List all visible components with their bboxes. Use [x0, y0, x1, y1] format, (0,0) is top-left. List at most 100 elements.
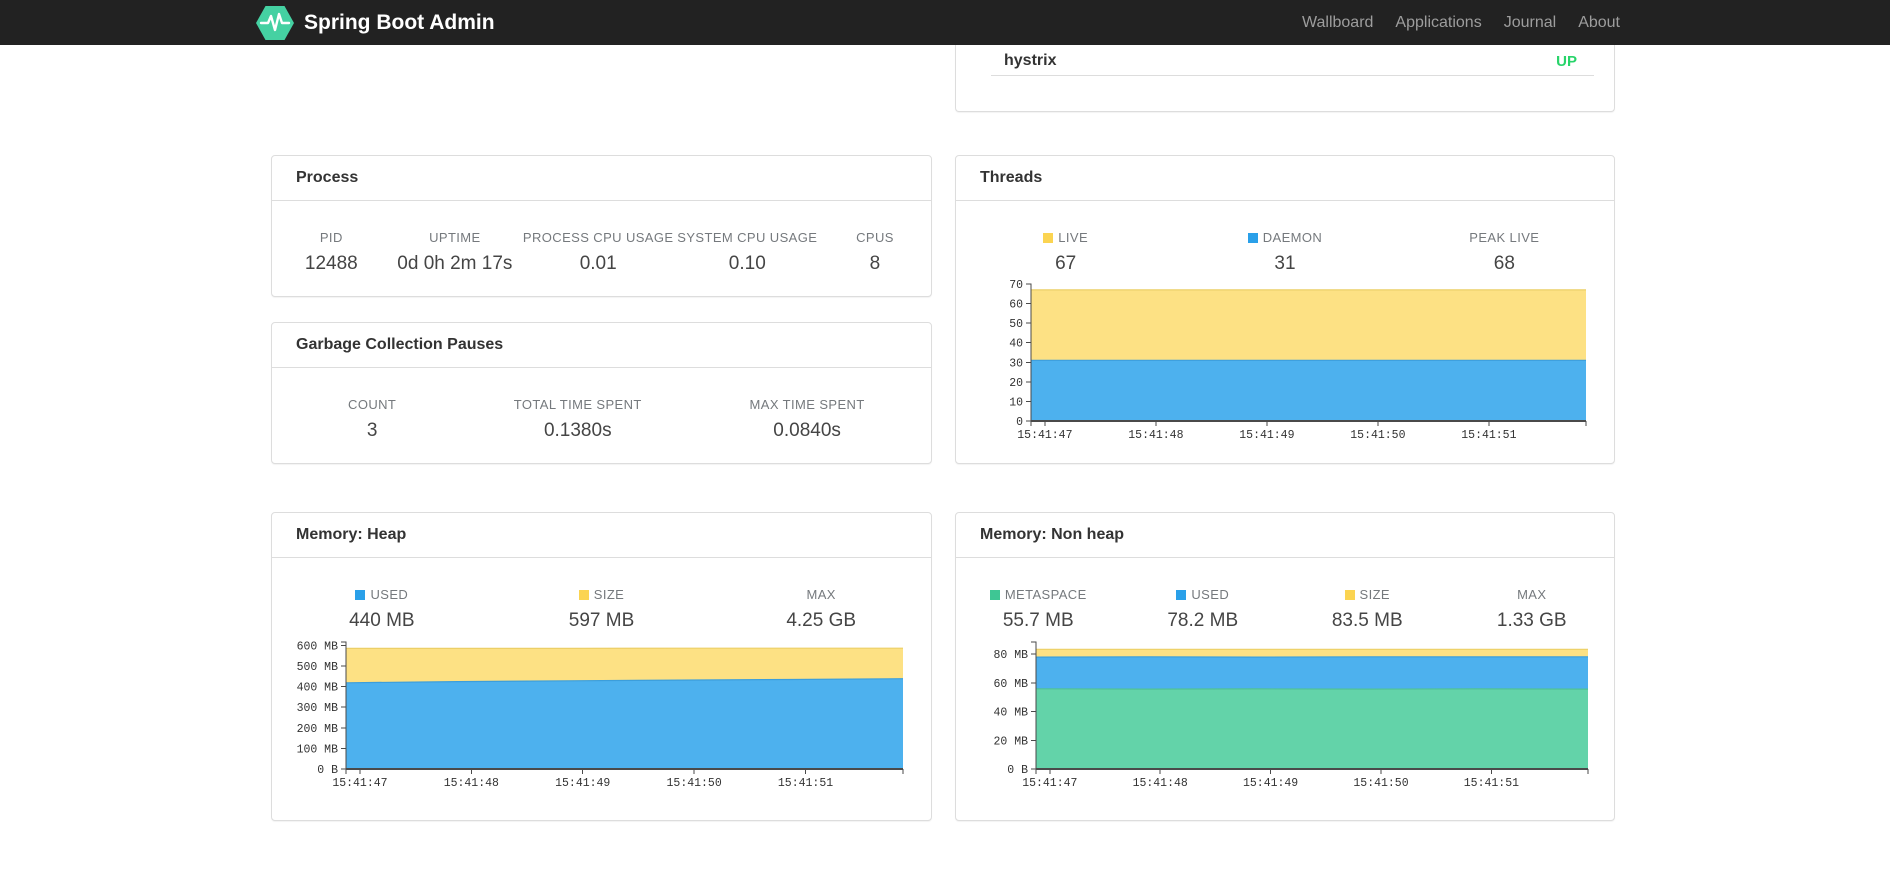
threads-area-daemon	[1031, 360, 1586, 421]
legend-swatch-icon	[578, 590, 589, 600]
health-row-hystrix[interactable]: hystrix UP	[956, 45, 1614, 75]
nav-link-about[interactable]: About	[1567, 0, 1620, 45]
process-card: Process PID 12488 UPTIME 0d 0h 2m 17s PROCES…	[271, 155, 932, 297]
memory-nonheap-card: Memory: Non heap METASPACE 55.7 MB USED 78.…	[955, 512, 1615, 821]
x-tick-label: 15:41:51	[1461, 429, 1516, 442]
threads-metric-live: LIVE 67	[956, 230, 1175, 275]
y-tick-label: 30	[1009, 357, 1023, 370]
heap-legend: USED 440 MB SIZE 597 MB MAX 4.25 GB	[272, 558, 931, 632]
gc-metric-max-time-spent: MAX TIME SPENT 0.0840s	[683, 397, 931, 442]
metric-label-text: SIZE	[1359, 587, 1390, 602]
x-tick-label: 15:41:51	[778, 777, 833, 790]
x-tick-label: 15:41:47	[332, 777, 387, 790]
metric-value: 597 MB	[568, 610, 635, 631]
legend-swatch-icon	[989, 590, 1000, 600]
gc-metric-total-time-spent: TOTAL TIME SPENT 0.1380s	[472, 397, 683, 442]
metric-value: 440 MB	[349, 610, 415, 631]
heap-metric-max: MAX 4.25 GB	[711, 587, 931, 632]
metric-label: TOTAL TIME SPENT	[472, 397, 683, 412]
process-metric-uptime: UPTIME 0d 0h 2m 17s	[391, 230, 520, 275]
navbar: Spring Boot Admin Wallboard Applications J…	[0, 0, 1890, 45]
metric-label: USED	[1121, 587, 1286, 602]
metric-label-text: MAX TIME SPENT	[749, 397, 865, 412]
memory-heap-chart: 0 B 100 MB 200 MB 300 MB 400 MB 500 MB 600 MB 1…	[297, 640, 904, 790]
legend-swatch-icon	[1344, 590, 1355, 600]
metric-label-text: MAX	[806, 587, 836, 602]
metric-value: 1.33 GB	[1496, 610, 1567, 631]
y-tick-label: 0 B	[317, 764, 338, 777]
metric-label: MAX TIME SPENT	[683, 397, 931, 412]
metric-value: 78.2 MB	[1167, 610, 1239, 631]
metric-label: METASPACE	[956, 587, 1121, 602]
process-metric-process-cpu-usage: PROCESS CPU USAGE 0.01	[519, 230, 677, 275]
metric-label-text: LIVE	[1058, 230, 1089, 245]
y-tick-label: 40 MB	[993, 707, 1028, 720]
threads-metric-daemon: DAEMON 31	[1175, 230, 1394, 275]
metric-label: LIVE	[956, 230, 1175, 245]
metric-label-text: METASPACE	[1004, 587, 1087, 602]
y-tick-label: 300 MB	[297, 702, 339, 715]
threads-metric-peak-live: PEAK LIVE 68	[1395, 230, 1614, 275]
nav-link-applications[interactable]: Applications	[1384, 0, 1492, 45]
nonheap-metric-size: SIZE 83.5 MB	[1285, 587, 1450, 632]
metric-label: DAEMON	[1175, 230, 1394, 245]
nonheap-area-metaspace	[1036, 688, 1588, 769]
nav-link-wallboard[interactable]: Wallboard	[1291, 0, 1384, 45]
spring-boot-admin-logo-icon	[256, 5, 294, 40]
metric-label: PID	[272, 230, 391, 245]
metric-value: 55.7 MB	[1002, 610, 1074, 631]
health-card: hystrix UP	[955, 45, 1615, 112]
x-tick-label: 15:41:50	[1350, 429, 1405, 442]
heap-area-used	[346, 678, 903, 769]
metric-label: MAX	[1450, 587, 1615, 602]
y-axis	[1031, 641, 1037, 770]
process-metric-cpus: CPUS 8	[817, 230, 932, 275]
brand[interactable]: Spring Boot Admin	[256, 5, 495, 40]
metric-label-text: CPUS	[856, 230, 894, 245]
threads-legend: LIVE 67 DAEMON 31 PEAK LIVE 68	[956, 201, 1614, 275]
x-tick-label: 15:41:47	[1022, 777, 1077, 790]
brand-title: Spring Boot Admin	[304, 10, 495, 34]
process-metrics: PID 12488 UPTIME 0d 0h 2m 17s PROCESS CPU US…	[272, 201, 931, 275]
metric-label-text: COUNT	[348, 397, 397, 412]
y-tick-label: 500 MB	[297, 661, 339, 674]
card-title: Garbage Collection Pauses	[272, 323, 931, 368]
legend-swatch-icon	[1247, 233, 1258, 243]
process-metric-system-cpu-usage: SYSTEM CPU USAGE 0.10	[677, 230, 817, 275]
nav-item-applications: Applications	[1384, 0, 1492, 45]
metric-label-text: TOTAL TIME SPENT	[513, 397, 642, 412]
metric-label: CPUS	[817, 230, 932, 245]
nonheap-metric-max: MAX 1.33 GB	[1450, 587, 1615, 632]
legend-swatch-icon	[1043, 233, 1054, 243]
metric-label-text: SYSTEM CPU USAGE	[677, 230, 818, 245]
nav-item-journal: Journal	[1493, 0, 1567, 45]
y-tick-label: 0	[1016, 416, 1023, 429]
y-tick-label: 40	[1009, 338, 1023, 351]
x-tick-label: 15:41:50	[667, 777, 722, 790]
y-axis	[341, 641, 347, 770]
x-tick-label: 15:41:48	[1128, 429, 1183, 442]
metric-label-text: USED	[1191, 587, 1230, 602]
metric-value: 83.5 MB	[1331, 610, 1403, 631]
metric-label-text: PROCESS CPU USAGE	[522, 230, 674, 245]
y-tick-label: 20 MB	[993, 735, 1028, 748]
nav-link-journal[interactable]: Journal	[1493, 0, 1567, 45]
threads-chart: 0 10 20 30 40 50 60 70 15:41:47 15:41:48 15:41:49 1…	[1009, 279, 1587, 442]
metric-value: 31	[1274, 253, 1296, 274]
metric-value: 0.10	[728, 253, 766, 274]
x-tick-label: 15:41:47	[1017, 429, 1072, 442]
x-tick-label: 15:41:50	[1353, 777, 1408, 790]
metric-value: 0.1380s	[543, 420, 612, 441]
nonheap-legend: METASPACE 55.7 MB USED 78.2 MB SIZE 83.5 MB MA…	[956, 558, 1614, 632]
y-tick-label: 60 MB	[993, 678, 1028, 691]
y-tick-label: 600 MB	[297, 640, 339, 653]
metric-value: 4.25 GB	[786, 610, 857, 631]
heap-metric-used: USED 440 MB	[272, 587, 492, 632]
x-tick-label: 15:41:49	[1243, 777, 1298, 790]
y-tick-label: 70	[1009, 279, 1023, 292]
legend-swatch-icon	[1176, 590, 1187, 600]
metric-label: USED	[272, 587, 492, 602]
metric-label-text: USED	[370, 587, 409, 602]
y-axis	[1026, 283, 1032, 422]
metric-value: 12488	[304, 253, 358, 274]
